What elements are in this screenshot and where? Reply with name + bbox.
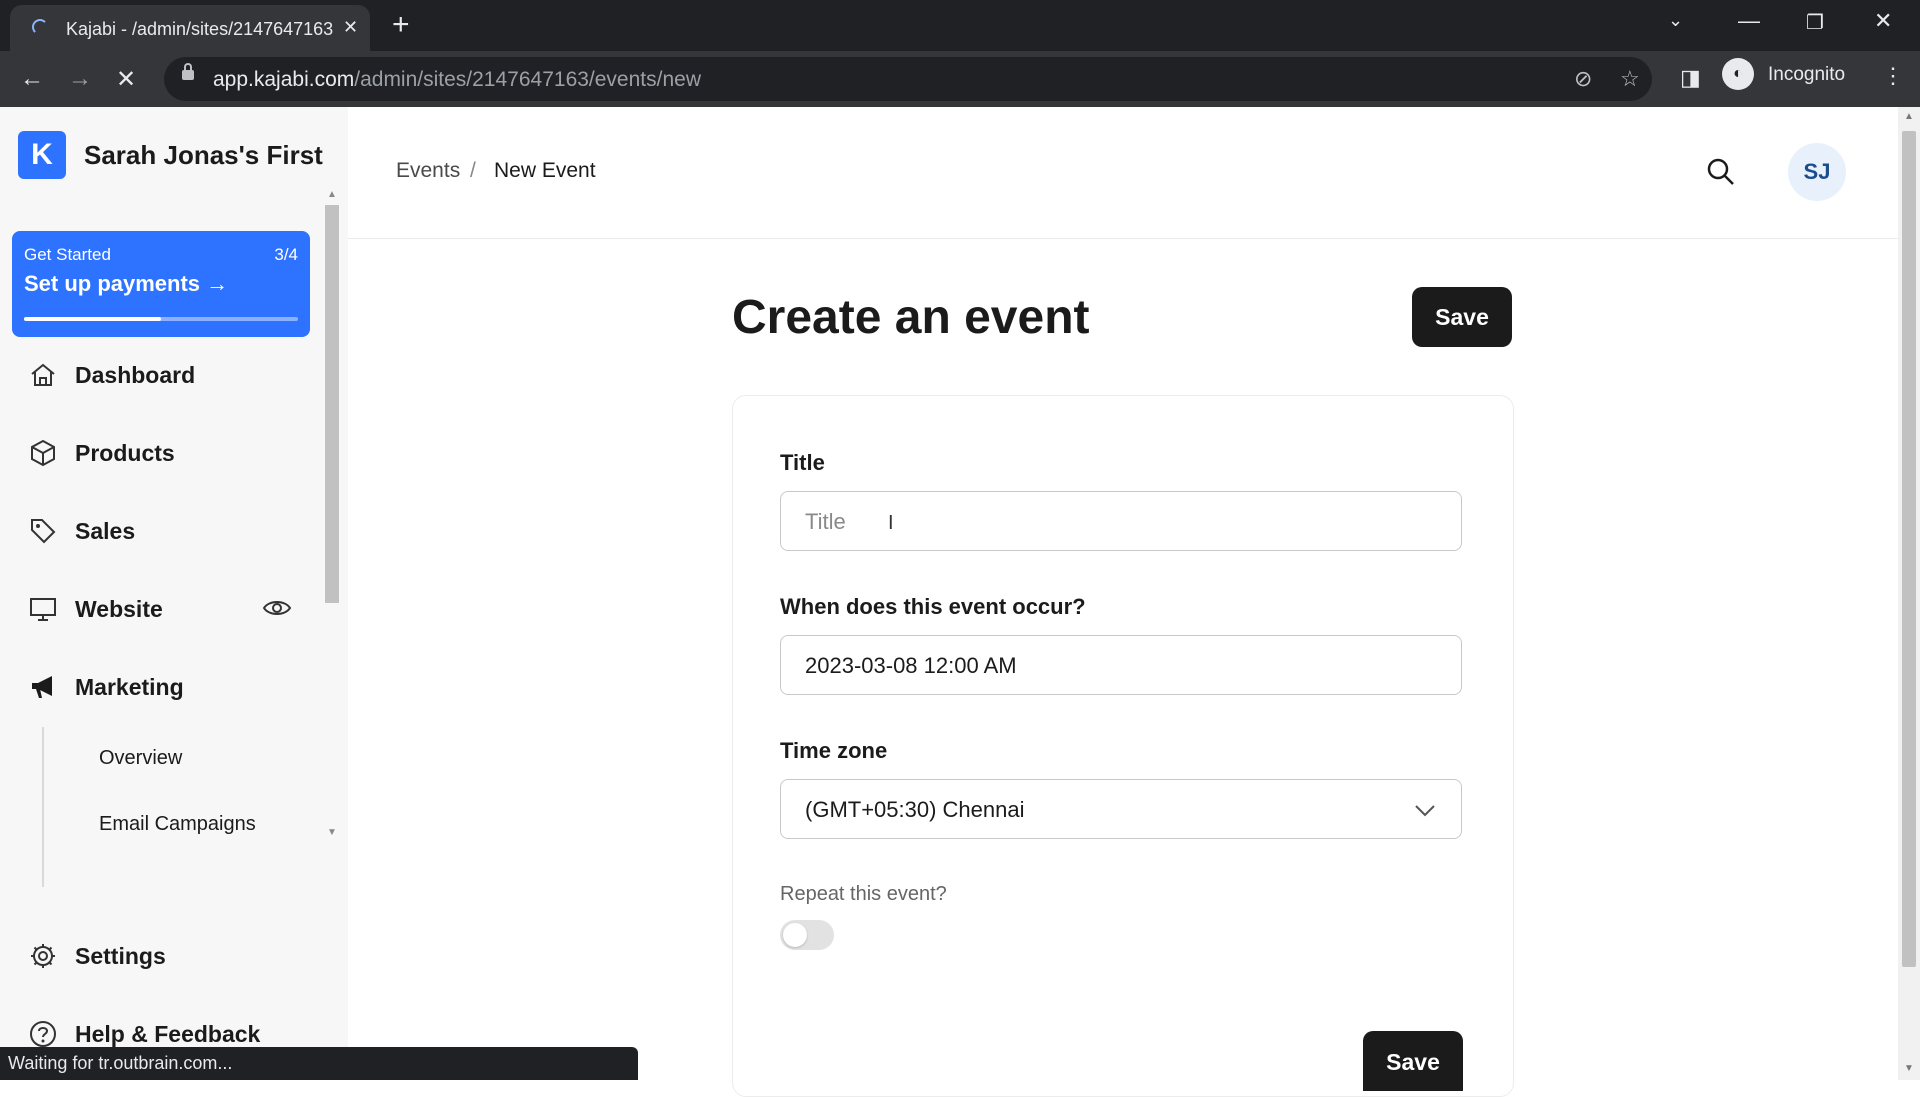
tab-search-icon[interactable]: ⌄ — [1668, 10, 1683, 31]
lock-icon[interactable] — [182, 63, 194, 80]
browser-tab[interactable]: Kajabi - /admin/sites/2147647163 ✕ — [10, 5, 370, 51]
help-icon — [30, 1021, 56, 1047]
breadcrumb-separator: / — [470, 159, 476, 182]
save-button-top[interactable]: Save — [1412, 287, 1512, 347]
scrollbar-thumb[interactable] — [1902, 131, 1916, 967]
kajabi-logo[interactable]: K — [18, 131, 66, 179]
repeat-toggle[interactable] — [780, 920, 834, 950]
scroll-up-icon[interactable]: ▲ — [1904, 111, 1914, 122]
sidebar-item-dashboard[interactable]: Dashboard — [28, 355, 308, 395]
stop-loading-icon[interactable]: ✕ — [116, 65, 136, 94]
top-header: Events / New Event SJ — [348, 107, 1898, 239]
home-icon — [31, 363, 55, 386]
minimize-icon[interactable]: — — [1738, 8, 1760, 34]
when-label: When does this event occur? — [780, 594, 1086, 619]
title-placeholder: Title — [805, 509, 846, 534]
sidebar-item-label: Products — [75, 440, 175, 466]
sidebar: K Sarah Jonas's First Get Started 3/4 Se… — [0, 107, 348, 1080]
incognito-icon: ◐ — [1722, 58, 1754, 90]
sidebar-item-settings[interactable]: Settings — [28, 936, 308, 976]
site-name[interactable]: Sarah Jonas's First — [84, 140, 323, 171]
new-tab-icon[interactable]: + — [392, 8, 410, 42]
eye-icon[interactable] — [262, 593, 292, 623]
sidebar-item-label: Website — [75, 596, 163, 622]
gear-icon — [31, 944, 55, 968]
setup-payments-link[interactable]: Set up payments → — [24, 271, 228, 297]
browser-menu-icon[interactable]: ⋮ — [1882, 63, 1904, 89]
timezone-value: (GMT+05:30) Chennai — [805, 797, 1025, 822]
back-icon[interactable]: ← — [20, 65, 44, 93]
restore-icon[interactable]: ❐ — [1806, 10, 1824, 35]
megaphone-icon — [32, 676, 52, 698]
eye-off-icon[interactable]: ⊘ — [1574, 66, 1592, 92]
scrollbar-thumb[interactable] — [325, 205, 339, 603]
timezone-label: Time zone — [780, 738, 888, 763]
sidebar-subitem-email-campaigns[interactable]: Email Campaigns — [99, 813, 256, 836]
scroll-down-icon[interactable]: ▼ — [327, 827, 337, 838]
sidebar-item-label: Settings — [75, 943, 166, 969]
side-panel-icon[interactable]: ◨ — [1680, 65, 1701, 91]
sidebar-scrollbar[interactable]: ▲ ▼ — [323, 187, 343, 838]
window-close-icon[interactable]: ✕ — [1874, 8, 1892, 34]
tag-icon — [31, 519, 56, 544]
get-started-title: Get Started — [24, 245, 111, 264]
sidebar-item-sales[interactable]: Sales — [28, 511, 308, 551]
profile-label: Incognito — [1768, 64, 1846, 85]
breadcrumb-events[interactable]: Events — [396, 159, 460, 183]
timezone-select[interactable]: (GMT+05:30) Chennai — [780, 779, 1462, 839]
breadcrumb-current: New Event — [494, 159, 596, 182]
box-icon — [31, 439, 55, 467]
get-started-card[interactable]: Get Started 3/4 Set up payments → — [12, 231, 310, 337]
page-scrollbar[interactable]: ▲ ▼ — [1898, 107, 1920, 1080]
monitor-icon — [30, 598, 56, 621]
save-button-bottom[interactable]: Save — [1363, 1031, 1463, 1091]
title-input[interactable]: Title — [780, 491, 1462, 551]
page-title: Create an event — [732, 291, 1090, 344]
scroll-up-icon[interactable]: ▲ — [327, 189, 337, 200]
arrow-right-icon: → — [206, 271, 229, 296]
sidebar-subitem-overview[interactable]: Overview — [99, 747, 182, 770]
sidebar-item-label: Dashboard — [75, 362, 196, 388]
sidebar-item-label: Sales — [75, 518, 136, 544]
close-tab-icon[interactable]: ✕ — [343, 17, 358, 38]
sidebar-item-marketing[interactable]: Marketing — [28, 667, 308, 707]
incognito-profile[interactable]: ◐ Incognito — [1716, 56, 1862, 92]
browser-tab-bar: Kajabi - /admin/sites/2147647163 ✕ + ⌄ —… — [0, 0, 1920, 51]
status-bar: Waiting for tr.outbrain.com... — [0, 1047, 638, 1080]
tab-title: Kajabi - /admin/sites/2147647163 — [66, 19, 334, 39]
browser-toolbar: ← → ✕ app.kajabi.com/admin/sites/2147647… — [0, 51, 1920, 107]
url-text: app.kajabi.com/admin/sites/2147647163/ev… — [213, 68, 701, 91]
chevron-down-icon — [1415, 805, 1435, 817]
toggle-knob — [783, 923, 807, 947]
datetime-input[interactable]: 2023-03-08 12:00 AM — [780, 635, 1462, 695]
sidebar-item-label: Marketing — [75, 674, 184, 700]
datetime-value: 2023-03-08 12:00 AM — [805, 653, 1017, 678]
forward-icon[interactable]: → — [68, 65, 92, 93]
address-bar[interactable]: app.kajabi.com/admin/sites/2147647163/ev… — [164, 57, 1652, 101]
repeat-label: Repeat this event? — [780, 883, 947, 905]
loading-spinner-icon — [32, 19, 48, 35]
title-label: Title — [780, 450, 825, 475]
submenu-guide-line — [42, 727, 44, 887]
get-started-count: 3/4 — [274, 245, 298, 264]
sidebar-item-label: Help & Feedback — [75, 1021, 261, 1047]
bookmark-star-icon[interactable]: ☆ — [1620, 66, 1640, 92]
sidebar-item-products[interactable]: Products — [28, 433, 308, 473]
user-avatar[interactable]: SJ — [1788, 143, 1846, 201]
get-started-progress — [24, 317, 298, 321]
scroll-down-icon[interactable]: ▼ — [1904, 1063, 1914, 1074]
text-cursor-icon: I — [888, 512, 894, 534]
search-icon[interactable] — [1706, 157, 1736, 187]
